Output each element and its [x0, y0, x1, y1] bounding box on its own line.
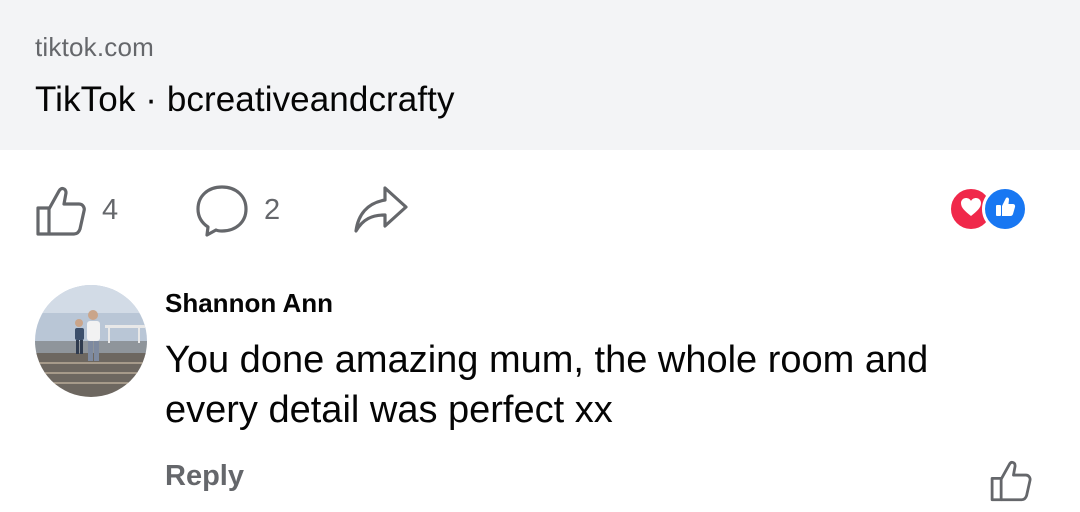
- avatar[interactable]: [35, 285, 147, 397]
- comment: Shannon Ann You done amazing mum, the wh…: [0, 280, 1080, 512]
- link-preview-card[interactable]: tiktok.com TikTok · bcreativeandcrafty: [0, 0, 1080, 150]
- link-domain: tiktok.com: [35, 32, 155, 62]
- comment-icon: [194, 182, 250, 238]
- thumbs-up-outline-icon: [988, 460, 1034, 507]
- heart-icon: [959, 196, 983, 223]
- comment-button[interactable]: 2: [194, 182, 280, 238]
- comment-author[interactable]: Shannon Ann: [165, 288, 333, 319]
- link-title: TikTok · bcreativeandcrafty: [35, 80, 455, 119]
- share-button[interactable]: [352, 184, 410, 236]
- like-button[interactable]: 4: [34, 182, 118, 238]
- thumbs-up-icon: [993, 195, 1017, 224]
- comment-text: You done amazing mum, the whole room and…: [165, 339, 929, 431]
- post-actions-bar: 4 2: [0, 170, 1080, 250]
- reply-button[interactable]: Reply: [165, 460, 244, 493]
- like-count: 4: [102, 193, 119, 226]
- thumbs-up-icon: [34, 182, 88, 238]
- comment-like-button[interactable]: [988, 457, 1034, 508]
- share-arrow-icon: [352, 184, 410, 236]
- like-reaction: [982, 186, 1028, 232]
- reaction-summary[interactable]: [948, 186, 1044, 236]
- comment-count: 2: [264, 193, 281, 226]
